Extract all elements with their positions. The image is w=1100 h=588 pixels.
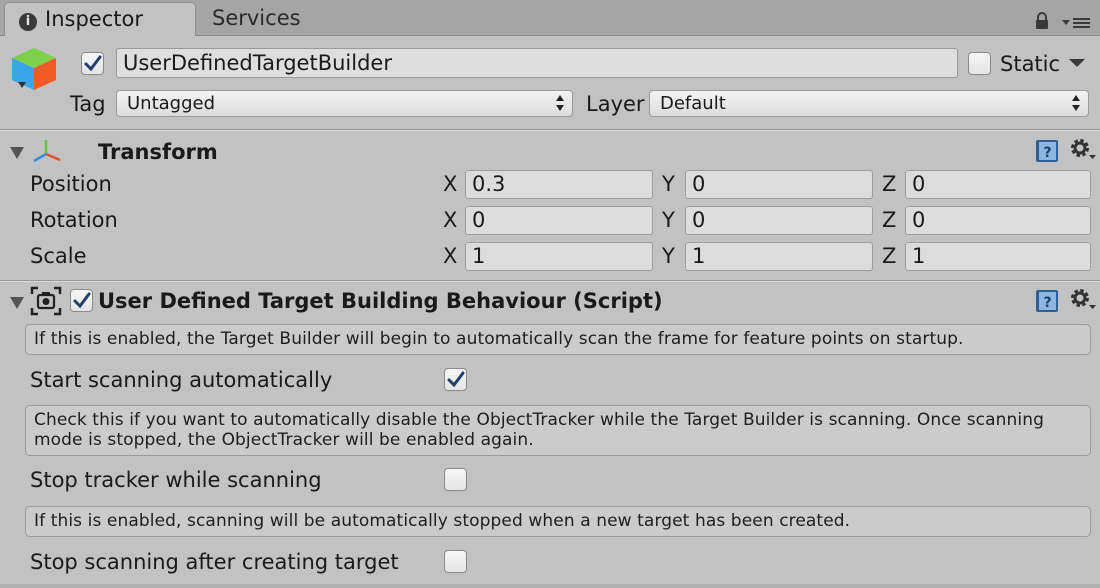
section-divider xyxy=(0,129,1100,131)
axis-y-label[interactable]: Y xyxy=(662,208,675,232)
section-divider xyxy=(0,280,1100,282)
rotation-label: Rotation xyxy=(30,208,118,232)
transform-foldout-icon[interactable] xyxy=(9,146,25,160)
object-active-checkbox[interactable] xyxy=(81,52,104,75)
start-scanning-label: Start scanning automatically xyxy=(30,368,333,392)
help-book-icon[interactable]: ? xyxy=(1034,138,1060,164)
axis-z-label[interactable]: Z xyxy=(882,208,896,232)
bottom-edge xyxy=(0,584,1100,588)
tab-bar: i Inspector Services xyxy=(0,0,1100,36)
transform-axes-icon xyxy=(33,140,61,163)
gear-icon[interactable] xyxy=(1069,137,1097,163)
tab-inspector-label: Inspector xyxy=(45,7,143,31)
scale-label: Scale xyxy=(30,244,87,268)
tab-services-label: Services xyxy=(212,6,301,30)
static-dropdown-icon[interactable] xyxy=(1068,58,1086,68)
stop-tracker-label: Stop tracker while scanning xyxy=(30,468,322,492)
tag-dropdown[interactable]: Untagged xyxy=(116,90,573,117)
transform-title[interactable]: Transform xyxy=(98,140,218,164)
rotation-x-field[interactable]: 0 xyxy=(465,206,653,235)
lock-icon[interactable] xyxy=(1034,12,1050,30)
scale-y-field[interactable]: 1 xyxy=(685,242,873,271)
axis-z-label[interactable]: Z xyxy=(882,244,896,268)
position-label: Position xyxy=(30,172,112,196)
layer-value: Default xyxy=(660,93,726,114)
script-foldout-icon[interactable] xyxy=(9,296,25,310)
rotation-z-field[interactable]: 0 xyxy=(905,206,1091,235)
tab-services[interactable]: Services xyxy=(212,2,301,36)
dropdown-arrows-icon xyxy=(1072,95,1080,111)
stop-tracker-checkbox[interactable] xyxy=(444,468,467,491)
gameobject-cube-icon xyxy=(12,48,56,90)
script-component-icon xyxy=(30,286,62,316)
axis-x-label[interactable]: X xyxy=(443,208,457,232)
scale-x-field[interactable]: 1 xyxy=(465,242,653,271)
help-box: Check this if you want to automatically … xyxy=(25,405,1091,456)
layer-label: Layer xyxy=(586,92,645,116)
position-x-field[interactable]: 0.3 xyxy=(465,170,653,199)
rotation-y-field[interactable]: 0 xyxy=(685,206,873,235)
svg-text:?: ? xyxy=(1043,295,1051,311)
position-z-field[interactable]: 0 xyxy=(905,170,1091,199)
stop-scanning-label: Stop scanning after creating target xyxy=(30,550,399,574)
axis-z-label[interactable]: Z xyxy=(882,172,896,196)
svg-text:?: ? xyxy=(1043,145,1051,161)
info-icon: i xyxy=(19,13,37,31)
help-book-icon[interactable]: ? xyxy=(1034,288,1060,314)
help-box: If this is enabled, the Target Builder w… xyxy=(25,324,1091,355)
tag-label: Tag xyxy=(70,92,106,116)
static-checkbox[interactable] xyxy=(968,52,991,75)
position-y-field[interactable]: 0 xyxy=(685,170,873,199)
axis-y-label[interactable]: Y xyxy=(662,172,675,196)
script-enabled-checkbox[interactable] xyxy=(70,289,93,312)
layer-dropdown[interactable]: Default xyxy=(649,90,1089,117)
start-scanning-checkbox[interactable] xyxy=(444,368,467,391)
gear-icon[interactable] xyxy=(1069,287,1097,313)
object-name-field[interactable]: UserDefinedTargetBuilder xyxy=(116,48,958,78)
axis-x-label[interactable]: X xyxy=(443,172,457,196)
help-box: If this is enabled, scanning will be aut… xyxy=(25,506,1091,537)
static-label: Static xyxy=(1000,52,1061,76)
stop-scanning-checkbox[interactable] xyxy=(444,550,467,573)
scale-z-field[interactable]: 1 xyxy=(905,242,1091,271)
axis-x-label[interactable]: X xyxy=(443,244,457,268)
script-component-title[interactable]: User Defined Target Building Behaviour (… xyxy=(98,289,663,313)
tab-inspector[interactable]: i Inspector xyxy=(4,2,196,36)
tag-value: Untagged xyxy=(127,93,216,114)
dropdown-arrows-icon xyxy=(556,95,564,111)
axis-y-label[interactable]: Y xyxy=(662,244,675,268)
tab-menu-icon[interactable] xyxy=(1060,14,1092,30)
